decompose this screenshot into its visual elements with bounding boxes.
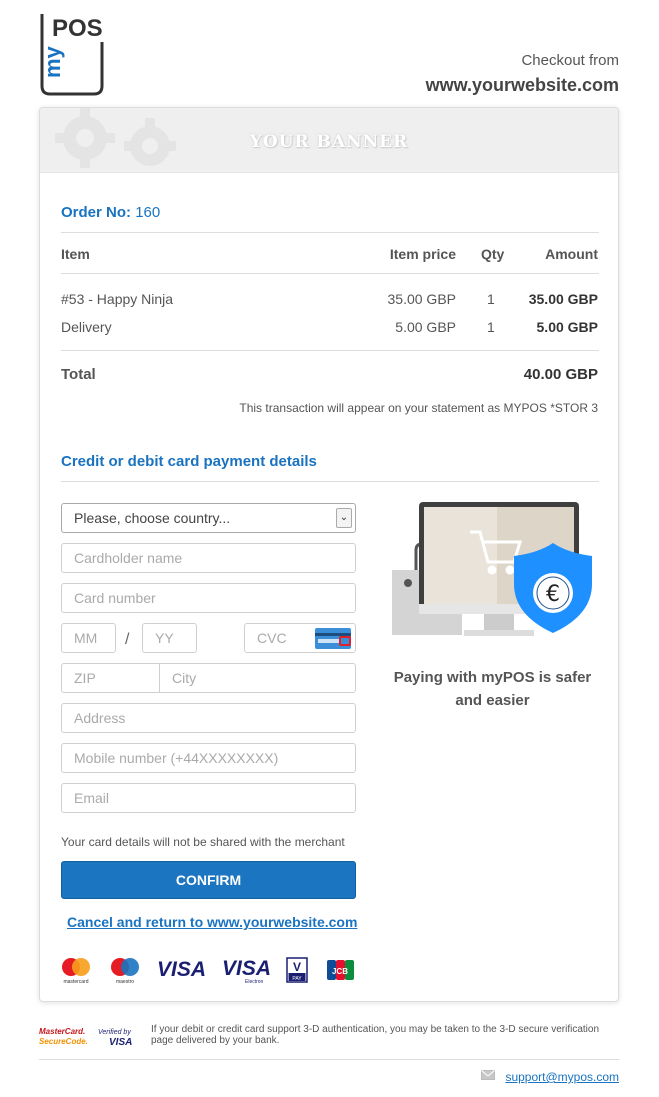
card-number-input[interactable]: Card number: [61, 583, 356, 613]
country-select[interactable]: Please, choose country... ⌄: [61, 503, 356, 533]
expiry-month-input[interactable]: MM: [61, 623, 116, 653]
cvc-placeholder: CVC: [257, 630, 287, 646]
maestro-icon: maestro: [111, 958, 139, 985]
row-item: Delivery: [61, 319, 112, 335]
email-input[interactable]: Email: [61, 783, 356, 813]
visa-label: VISA: [157, 958, 206, 981]
row-amount: 35.00 GBP: [528, 291, 598, 307]
expiry-separator: /: [125, 631, 130, 648]
jcb-label: JCB: [332, 967, 348, 976]
banner-text: YOUR BANNER: [249, 132, 409, 152]
visa-electron-label: VISA: [222, 957, 271, 980]
shield-icon: €: [514, 543, 592, 633]
expiry-year-input[interactable]: YY: [142, 623, 197, 653]
card-brands: mastercard maestro VISA VISA Electron V …: [62, 957, 354, 985]
divider: [61, 350, 599, 351]
row-amount: 5.00 GBP: [536, 319, 598, 335]
vpay-icon: V PAY: [286, 957, 308, 983]
statement-descriptor: This transaction will appear on your sta…: [239, 401, 598, 415]
euro-icon: €: [546, 582, 560, 607]
logo-pos-text: POS: [52, 15, 103, 42]
jcb-icon: JCB: [327, 960, 354, 980]
row-qty: 1: [487, 319, 495, 335]
divider: [61, 273, 599, 274]
3d-secure-notice: If your debit or credit card support 3-D…: [151, 1024, 600, 1046]
card-privacy-note: Your card details will not be shared wit…: [61, 835, 345, 849]
mastercard-label: mastercard: [63, 979, 88, 985]
checkout-from-label: Checkout from: [521, 52, 619, 69]
card-cvc-icon: [315, 628, 351, 649]
column-header-item: Item: [61, 246, 90, 262]
cardholder-name-input[interactable]: Cardholder name: [61, 543, 356, 573]
row-item: #53 - Happy Ninja: [61, 291, 174, 307]
row-qty: 1: [487, 291, 495, 307]
payment-section-title: Credit or debit card payment details: [61, 453, 317, 470]
checkout-card: YOUR BANNER Order No: 160 Item Item pric…: [39, 107, 619, 1002]
cvc-input[interactable]: CVC: [244, 623, 356, 653]
city-input[interactable]: City: [159, 663, 356, 693]
verified-line1: Verified by: [98, 1029, 131, 1036]
mail-icon: [481, 1070, 495, 1080]
verified-line2: VISA: [109, 1037, 132, 1048]
verified-by-visa-icon: Verified by VISA: [98, 1029, 132, 1048]
vpay-label: V: [293, 960, 301, 974]
divider: [61, 232, 599, 233]
divider: [39, 1059, 619, 1060]
column-header-amount: Amount: [545, 246, 598, 262]
visa-icon: VISA: [157, 958, 206, 981]
total-label: Total: [61, 366, 96, 383]
securecode-line2: SecureCode.: [39, 1037, 88, 1046]
country-select-value: Please, choose country...: [74, 510, 231, 526]
chevron-down-icon[interactable]: ⌄: [336, 508, 352, 528]
visa-electron-icon: VISA Electron: [222, 957, 271, 985]
mastercard-icon: mastercard: [62, 958, 90, 985]
order-number-label: Order No:: [61, 204, 132, 221]
divider: [61, 481, 599, 482]
vpay-sublabel: PAY: [292, 976, 302, 982]
mobile-number-input[interactable]: Mobile number (+44XXXXXXXX): [61, 743, 356, 773]
total-value: 40.00 GBP: [523, 366, 598, 383]
secure-payment-illustration: €: [392, 502, 592, 636]
address-input[interactable]: Address: [61, 703, 356, 733]
logo-my-text: my: [40, 45, 65, 78]
banner: YOUR BANNER: [40, 108, 618, 173]
mypos-logo: POS my: [40, 14, 104, 96]
row-item-price: 5.00 GBP: [395, 319, 456, 335]
maestro-label: maestro: [116, 979, 134, 985]
row-item-price: 35.00 GBP: [387, 291, 457, 307]
checkout-website: www.yourwebsite.com: [425, 75, 619, 95]
mastercard-securecode-icon: MasterCard. SecureCode.: [39, 1027, 88, 1046]
zip-input[interactable]: ZIP: [61, 663, 160, 693]
support-email-link[interactable]: support@mypos.com: [505, 1070, 619, 1084]
order-number: Order No: 160: [61, 204, 160, 221]
order-number-value: 160: [135, 204, 161, 221]
column-header-qty: Qty: [481, 246, 505, 262]
3d-secure-logos: MasterCard. SecureCode. Verified by VISA: [39, 1027, 132, 1048]
securecode-line1: MasterCard.: [39, 1027, 85, 1036]
column-header-item-price: Item price: [389, 246, 456, 262]
promo-text: Paying with myPOS is safer and easier: [393, 669, 592, 709]
visa-electron-sublabel: Electron: [245, 979, 264, 985]
confirm-button[interactable]: CONFIRM: [61, 861, 356, 899]
cancel-return-link[interactable]: Cancel and return to www.yourwebsite.com: [67, 914, 357, 930]
